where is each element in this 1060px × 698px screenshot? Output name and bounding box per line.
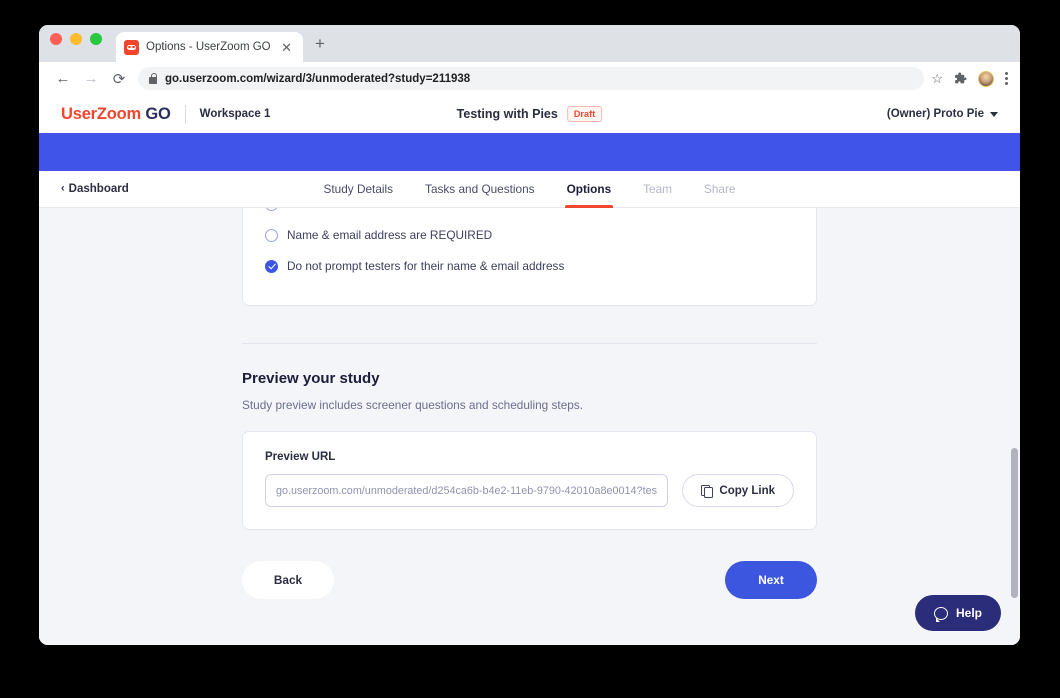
radio-icon[interactable] bbox=[265, 228, 278, 242]
progress-banner bbox=[39, 133, 1020, 171]
userzoom-go-favicon bbox=[124, 39, 139, 55]
copy-link-button[interactable]: Copy Link bbox=[682, 474, 794, 507]
speech-bubble-icon bbox=[933, 606, 948, 622]
browser-tab[interactable]: Options - UserZoom GO ✕ bbox=[116, 32, 303, 62]
back-to-dashboard-label: Dashboard bbox=[68, 183, 129, 195]
tab-study-details[interactable]: Study Details bbox=[308, 171, 410, 207]
preview-url-value: go.userzoom.com/unmoderated/d254ca6b-b4e… bbox=[276, 484, 658, 497]
browser-tabstrip: Options - UserZoom GO ✕ + bbox=[39, 25, 1020, 62]
preview-url-label: Preview URL bbox=[265, 451, 336, 463]
wizard-actions: Back Next bbox=[242, 561, 817, 599]
privacy-policy-link[interactable]: Privacy Policy bbox=[670, 644, 735, 645]
status-badge: Draft bbox=[566, 106, 603, 122]
maximize-window-button[interactable] bbox=[90, 33, 102, 45]
section-divider bbox=[242, 343, 817, 344]
preview-url-row: go.userzoom.com/unmoderated/d254ca6b-b4e… bbox=[265, 474, 794, 507]
preview-url-card: Preview URL go.userzoom.com/unmoderated/… bbox=[242, 431, 817, 530]
tab-tasks-and-questions[interactable]: Tasks and Questions bbox=[409, 171, 551, 207]
browser-window: Options - UserZoom GO ✕ + ← → ⟳ go.userz… bbox=[39, 25, 1020, 645]
lock-icon bbox=[149, 72, 158, 84]
close-icon[interactable]: ✕ bbox=[278, 39, 295, 56]
footer-copyright: Copyright © 2001-2021 UserZoom. All righ… bbox=[324, 644, 580, 645]
address-bar-url: go.userzoom.com/wizard/3/unmoderated?stu… bbox=[165, 72, 471, 85]
back-button[interactable]: Back bbox=[242, 561, 334, 599]
header-divider bbox=[184, 104, 186, 124]
account-menu[interactable]: (Owner) Proto Pie bbox=[887, 108, 998, 120]
scrollbar-thumb[interactable] bbox=[1011, 448, 1018, 598]
study-title-group: Testing with Pies Draft bbox=[457, 106, 603, 122]
terms-of-service-link[interactable]: Terms of Service bbox=[583, 644, 661, 645]
page-viewport: UserZoom GO Workspace 1 Testing with Pie… bbox=[39, 95, 1020, 645]
radio-icon[interactable] bbox=[265, 208, 278, 211]
chevron-left-icon: ‹ bbox=[61, 182, 65, 194]
logo-userzoom-text: UserZoom bbox=[61, 104, 141, 123]
forward-icon[interactable]: → bbox=[77, 65, 105, 93]
radio-label: Name & email address are OPTIONAL bbox=[287, 208, 490, 211]
help-label: Help bbox=[955, 606, 982, 620]
wizard-tabs: Study Details Tasks and Questions Option… bbox=[308, 171, 752, 208]
address-bar[interactable]: go.userzoom.com/wizard/3/unmoderated?stu… bbox=[138, 67, 925, 90]
window-traffic-lights bbox=[50, 25, 102, 62]
tab-title: Options - UserZoom GO bbox=[146, 41, 271, 53]
radio-label: Name & email address are REQUIRED bbox=[287, 228, 493, 242]
tab-options[interactable]: Options bbox=[551, 171, 628, 208]
radio-checked-icon[interactable] bbox=[265, 259, 278, 273]
browser-toolbar: ← → ⟳ go.userzoom.com/wizard/3/unmoderat… bbox=[39, 62, 1020, 95]
chrome-menu-icon[interactable] bbox=[1005, 72, 1008, 85]
preview-section-title: Preview your study bbox=[242, 370, 380, 387]
preview-url-input[interactable]: go.userzoom.com/unmoderated/d254ca6b-b4e… bbox=[265, 474, 669, 507]
content-inner: Name & email address are OPTIONAL Name &… bbox=[242, 208, 817, 645]
scrollbar[interactable] bbox=[1010, 208, 1018, 645]
profile-avatar[interactable] bbox=[978, 70, 994, 87]
next-button[interactable]: Next bbox=[725, 561, 817, 599]
chevron-down-icon bbox=[990, 111, 998, 117]
extensions-puzzle-icon[interactable] bbox=[954, 72, 967, 85]
radio-option-do-not-prompt[interactable]: Do not prompt testers for their name & e… bbox=[265, 253, 794, 279]
radio-option-required[interactable]: Name & email address are REQUIRED bbox=[265, 222, 794, 248]
back-to-dashboard-link[interactable]: ‹ Dashboard bbox=[61, 182, 129, 196]
bookmark-star-icon[interactable]: ☆ bbox=[931, 71, 943, 87]
app-header: UserZoom GO Workspace 1 Testing with Pie… bbox=[39, 95, 1020, 133]
name-email-options-card: Name & email address are OPTIONAL Name &… bbox=[242, 208, 817, 306]
footer: Copyright © 2001-2021 UserZoom. All righ… bbox=[242, 644, 817, 645]
userzoom-go-logo[interactable]: UserZoom GO bbox=[61, 105, 171, 124]
reload-icon[interactable]: ⟳ bbox=[105, 65, 133, 93]
wizard-tabnav: ‹ Dashboard Study Details Tasks and Ques… bbox=[39, 171, 1020, 208]
copy-icon bbox=[701, 484, 714, 498]
tab-team[interactable]: Team bbox=[627, 171, 688, 207]
new-tab-button[interactable]: + bbox=[315, 34, 325, 62]
workspace-label[interactable]: Workspace 1 bbox=[200, 108, 271, 120]
help-button[interactable]: Help bbox=[914, 595, 1001, 631]
radio-label: Do not prompt testers for their name & e… bbox=[287, 259, 565, 273]
content-scroll-area: Name & email address are OPTIONAL Name &… bbox=[39, 208, 1020, 645]
minimize-window-button[interactable] bbox=[70, 33, 82, 45]
preview-section-subtitle: Study preview includes screener question… bbox=[242, 398, 583, 412]
logo-go-text: GO bbox=[145, 104, 171, 123]
copy-link-label: Copy Link bbox=[719, 484, 775, 497]
radio-option-optional[interactable]: Name & email address are OPTIONAL bbox=[265, 208, 794, 217]
page-title: Testing with Pies bbox=[456, 107, 558, 121]
close-window-button[interactable] bbox=[50, 33, 62, 45]
toolbar-icons: ☆ bbox=[931, 70, 1010, 87]
back-icon[interactable]: ← bbox=[49, 65, 77, 93]
footer-separator: - bbox=[664, 644, 668, 645]
tab-share[interactable]: Share bbox=[688, 171, 751, 207]
account-label: (Owner) Proto Pie bbox=[886, 108, 984, 120]
